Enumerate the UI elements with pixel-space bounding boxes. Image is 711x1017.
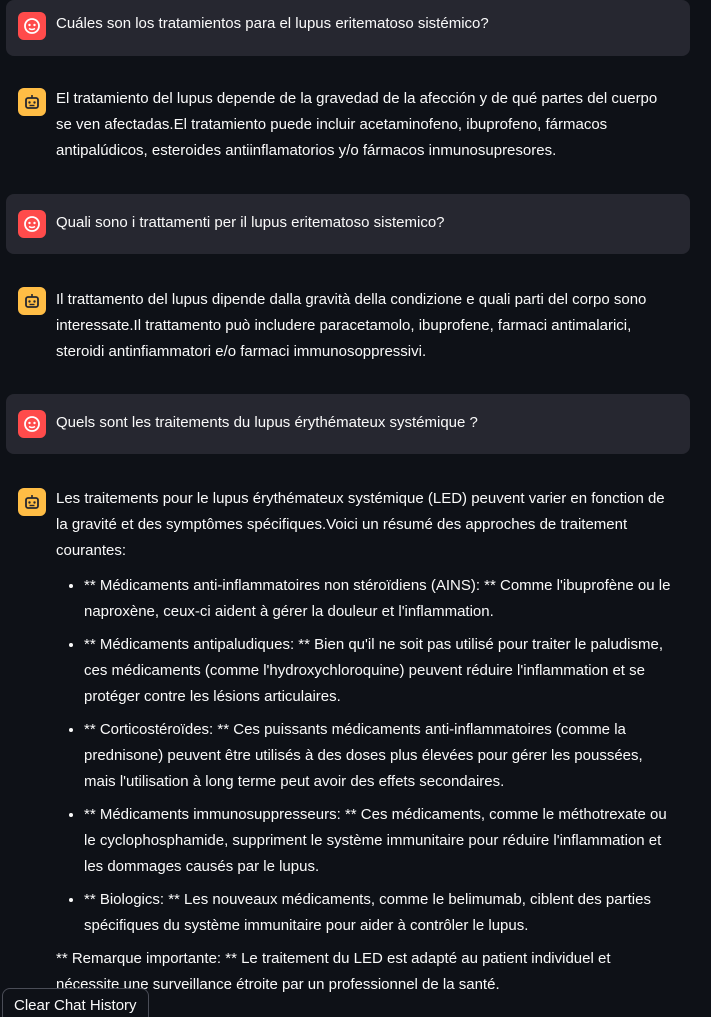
message-text: Quali sono i trattamenti per il lupus er… — [56, 214, 445, 231]
assistant-message: El tratamiento del lupus depende de la g… — [6, 86, 690, 166]
message-text: Cuáles son los tratamientos para el lupu… — [56, 15, 489, 32]
robot-icon — [25, 294, 39, 308]
list-item: ** Médicaments immunosuppresseurs: ** Ce… — [84, 802, 676, 880]
robot-icon — [25, 95, 39, 109]
robot-icon — [25, 495, 39, 509]
user-face-icon — [24, 18, 40, 34]
user-face-icon — [24, 216, 40, 232]
message-text: Quels sont les traitements du lupus éryt… — [56, 414, 478, 431]
treatment-list: ** Médicaments anti-inflammatoires non s… — [56, 573, 676, 939]
user-avatar — [18, 12, 46, 40]
assistant-avatar — [18, 287, 46, 315]
user-message: Cuáles son los tratamientos para el lupu… — [6, 0, 690, 56]
user-message: Quali sono i trattamenti per il lupus er… — [6, 194, 690, 254]
message-text: El tratamiento del lupus depende de la g… — [56, 90, 658, 159]
assistant-message: Les traitements pour le lupus érythémate… — [6, 486, 690, 993]
list-item: ** Biologics: ** Les nouveaux médicament… — [84, 887, 676, 939]
message-note: ** Remarque importante: ** Le traitement… — [56, 950, 611, 993]
clear-chat-history-button[interactable]: Clear Chat History — [2, 988, 149, 1017]
assistant-message: Il trattamento del lupus dipende dalla g… — [6, 287, 690, 367]
user-message: Quels sont les traitements du lupus éryt… — [6, 394, 690, 454]
user-avatar — [18, 210, 46, 238]
list-item: ** Corticostéroïdes: ** Ces puissants mé… — [84, 717, 676, 795]
user-face-icon — [24, 416, 40, 432]
message-intro: Les traitements pour le lupus érythémate… — [56, 490, 665, 559]
assistant-avatar — [18, 488, 46, 516]
message-body: Les traitements pour le lupus érythémate… — [56, 486, 690, 998]
message-text: Il trattamento del lupus dipende dalla g… — [56, 291, 647, 360]
chat-app: Cuáles son los tratamientos para el lupu… — [0, 0, 711, 1017]
assistant-avatar — [18, 88, 46, 116]
list-item: ** Médicaments anti-inflammatoires non s… — [84, 573, 676, 625]
list-item: ** Médicaments antipaludiques: ** Bien q… — [84, 632, 676, 710]
user-avatar — [18, 410, 46, 438]
